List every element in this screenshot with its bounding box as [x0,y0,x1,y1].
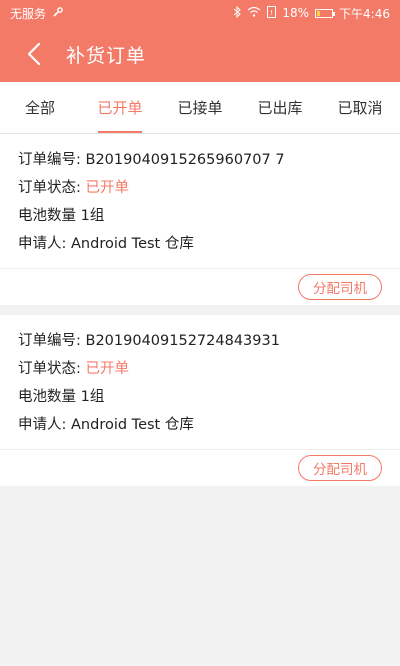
clock-text: 下午4:46 [339,6,390,21]
tab-shipped[interactable]: 已出库 [240,82,320,133]
order-status-value: 已开单 [85,361,130,377]
wrench-icon [52,6,64,21]
order-number-value: B2019040915265960707 7 [85,152,285,168]
order-number-label: 订单编号: [18,152,81,168]
tab-bar: 全部 已开单 已接单 已出库 已取消 [0,82,400,134]
order-status-row: 订单状态: 已开单 [18,174,382,202]
applicant-label: 申请人: [18,236,67,252]
tab-all[interactable]: 全部 [0,82,80,133]
battery-qty-row: 电池数量 1组 [18,383,382,411]
order-number-row: 订单编号: B20190409152724843931 [18,327,382,355]
page-title: 补货订单 [66,44,147,67]
order-status-label: 订单状态: [18,180,81,196]
card-actions: 分配司机 [0,268,400,305]
battery-qty-value: 1组 [80,389,105,405]
battery-icon [315,8,336,18]
order-number-row: 订单编号: B2019040915265960707 7 [18,146,382,174]
battery-qty-row: 电池数量 1组 [18,202,382,230]
applicant-value: Android Test 仓库 [71,236,194,252]
tab-cancelled[interactable]: 已取消 [320,82,400,133]
order-status-value: 已开单 [85,180,130,196]
battery-qty-label: 电池数量 [18,208,76,224]
order-number-label: 订单编号: [18,333,81,349]
battery-qty-value: 1组 [80,208,105,224]
assign-driver-button[interactable]: 分配司机 [298,274,382,300]
carrier-text: 无服务 [10,6,47,21]
tab-opened[interactable]: 已开单 [80,82,160,133]
bluetooth-icon [233,5,242,21]
svg-text:!: ! [270,9,273,17]
sim-icon: ! [267,5,277,21]
order-card: 订单编号: B20190409152724843931 订单状态: 已开单 电池… [0,315,400,486]
back-button[interactable] [20,40,48,68]
applicant-row: 申请人: Android Test 仓库 [18,230,382,258]
applicant-label: 申请人: [18,417,67,433]
wifi-icon [247,6,261,20]
battery-qty-label: 电池数量 [18,389,76,405]
applicant-row: 申请人: Android Test 仓库 [18,411,382,439]
applicant-value: Android Test 仓库 [71,417,194,433]
status-bar: 无服务 ! 18% 下午4:46 [0,0,400,26]
assign-driver-button[interactable]: 分配司机 [298,455,382,481]
card-actions: 分配司机 [0,449,400,486]
chevron-left-icon [27,42,41,66]
battery-percent: 18% [282,6,310,20]
order-status-label: 订单状态: [18,361,81,377]
order-status-row: 订单状态: 已开单 [18,355,382,383]
order-number-value: B20190409152724843931 [85,333,280,349]
app-header: 补货订单 [0,26,400,82]
order-card: 订单编号: B2019040915265960707 7 订单状态: 已开单 电… [0,134,400,305]
tab-accepted[interactable]: 已接单 [160,82,240,133]
